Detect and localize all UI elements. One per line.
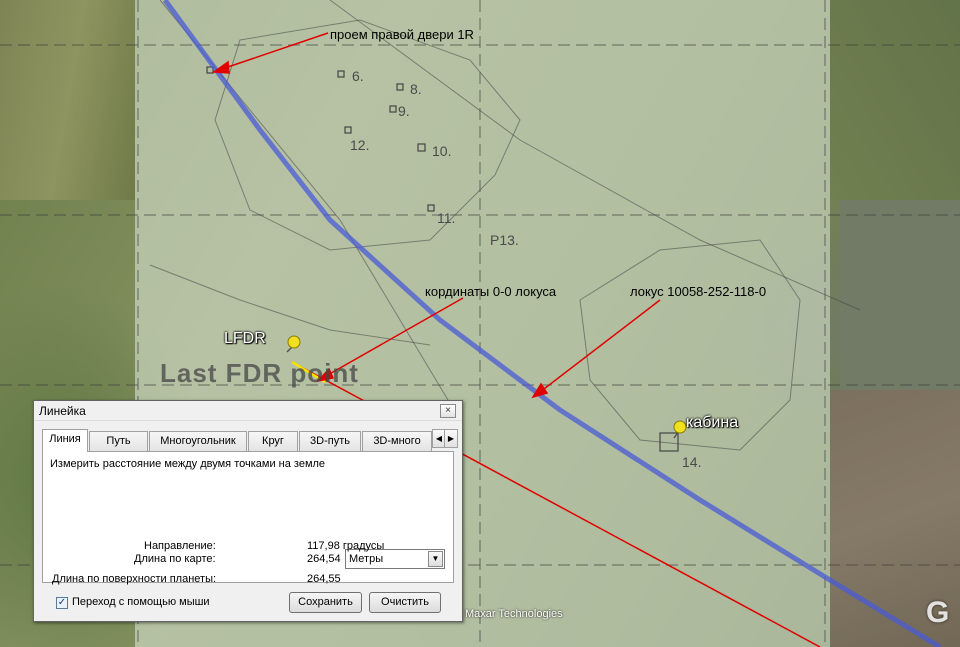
surface-length-value: 264,55 xyxy=(307,573,341,585)
tab-scroll-right-icon[interactable]: ▶ xyxy=(444,429,458,448)
units-value: Метры xyxy=(349,553,384,565)
annotation-locus: локус 10058-252-118-0 xyxy=(630,284,767,299)
surface-length-label: Длина по поверхности планеты: xyxy=(52,573,217,585)
tab-3d-path[interactable]: 3D-путь xyxy=(299,431,361,451)
pin-lfdr-icon xyxy=(286,335,301,353)
imagery-attribution: Maxar Technologies xyxy=(465,608,563,620)
plot-number: P13. xyxy=(490,232,519,248)
map-length-label: Длина по карте: xyxy=(134,553,216,565)
plot-marker xyxy=(427,204,435,212)
units-select[interactable]: Метры ▼ xyxy=(345,549,445,569)
plot-number: 9. xyxy=(398,103,410,119)
plot-marker xyxy=(344,126,352,134)
clear-button[interactable]: Очистить xyxy=(369,592,441,613)
plot-number: 12. xyxy=(350,137,370,153)
heading-value: 117,98 градусы xyxy=(307,540,385,552)
road xyxy=(149,264,431,346)
ruler-tabs: Линия Путь Многоугольник Круг 3D-путь 3D… xyxy=(42,429,458,452)
tab-line[interactable]: Линия xyxy=(42,429,88,452)
plot-marker xyxy=(417,143,426,152)
road xyxy=(329,0,861,311)
annotation-door: проем правой двери 1R xyxy=(330,27,474,42)
tab-polygon[interactable]: Многоугольник xyxy=(149,431,247,451)
pin-cabin-icon xyxy=(673,420,687,439)
arrow-locus xyxy=(539,299,661,393)
ruler-titlebar[interactable]: Линейка × xyxy=(34,401,462,421)
line-tab-panel: Измерить расстояние между двумя точками … xyxy=(42,451,454,585)
plot-number: 6. xyxy=(352,68,364,84)
heading-label: Направление: xyxy=(144,540,216,552)
ruler-dialog: Линейка × Линия Путь Многоугольник Круг … xyxy=(33,400,463,622)
arrow-door xyxy=(221,32,329,70)
chevron-down-icon[interactable]: ▼ xyxy=(428,551,443,567)
tab-circle[interactable]: Круг xyxy=(248,431,298,451)
mouse-nav-checkbox[interactable]: ✓ xyxy=(56,597,68,609)
map-length-value: 264,54 xyxy=(307,553,341,565)
tab-path[interactable]: Путь xyxy=(89,431,148,451)
mouse-nav-label[interactable]: Переход с помощью мыши xyxy=(72,596,210,608)
close-icon[interactable]: × xyxy=(440,404,456,418)
ruler-description: Измерить расстояние между двумя точками … xyxy=(50,458,326,470)
save-button[interactable]: Сохранить xyxy=(289,592,362,613)
tab-3d-polygon[interactable]: 3D-много xyxy=(362,431,432,451)
plot-marker xyxy=(337,70,345,78)
annotation-coords: кординаты 0-0 локуса xyxy=(425,284,557,299)
plot-number: 11. xyxy=(437,210,456,226)
placemark-cabin[interactable]: кабина xyxy=(686,414,738,432)
plot-number: 10. xyxy=(432,143,452,159)
plot-number: 14. xyxy=(682,454,702,470)
plot-number: 8. xyxy=(410,81,422,97)
ruler-title: Линейка xyxy=(39,404,86,418)
last-fdr-point-label: Last FDR point xyxy=(160,358,359,388)
placemark-lfdr[interactable]: LFDR xyxy=(224,330,266,348)
plot-marker xyxy=(396,83,404,91)
google-logo-icon: G xyxy=(926,596,950,629)
plot-marker xyxy=(389,105,397,113)
